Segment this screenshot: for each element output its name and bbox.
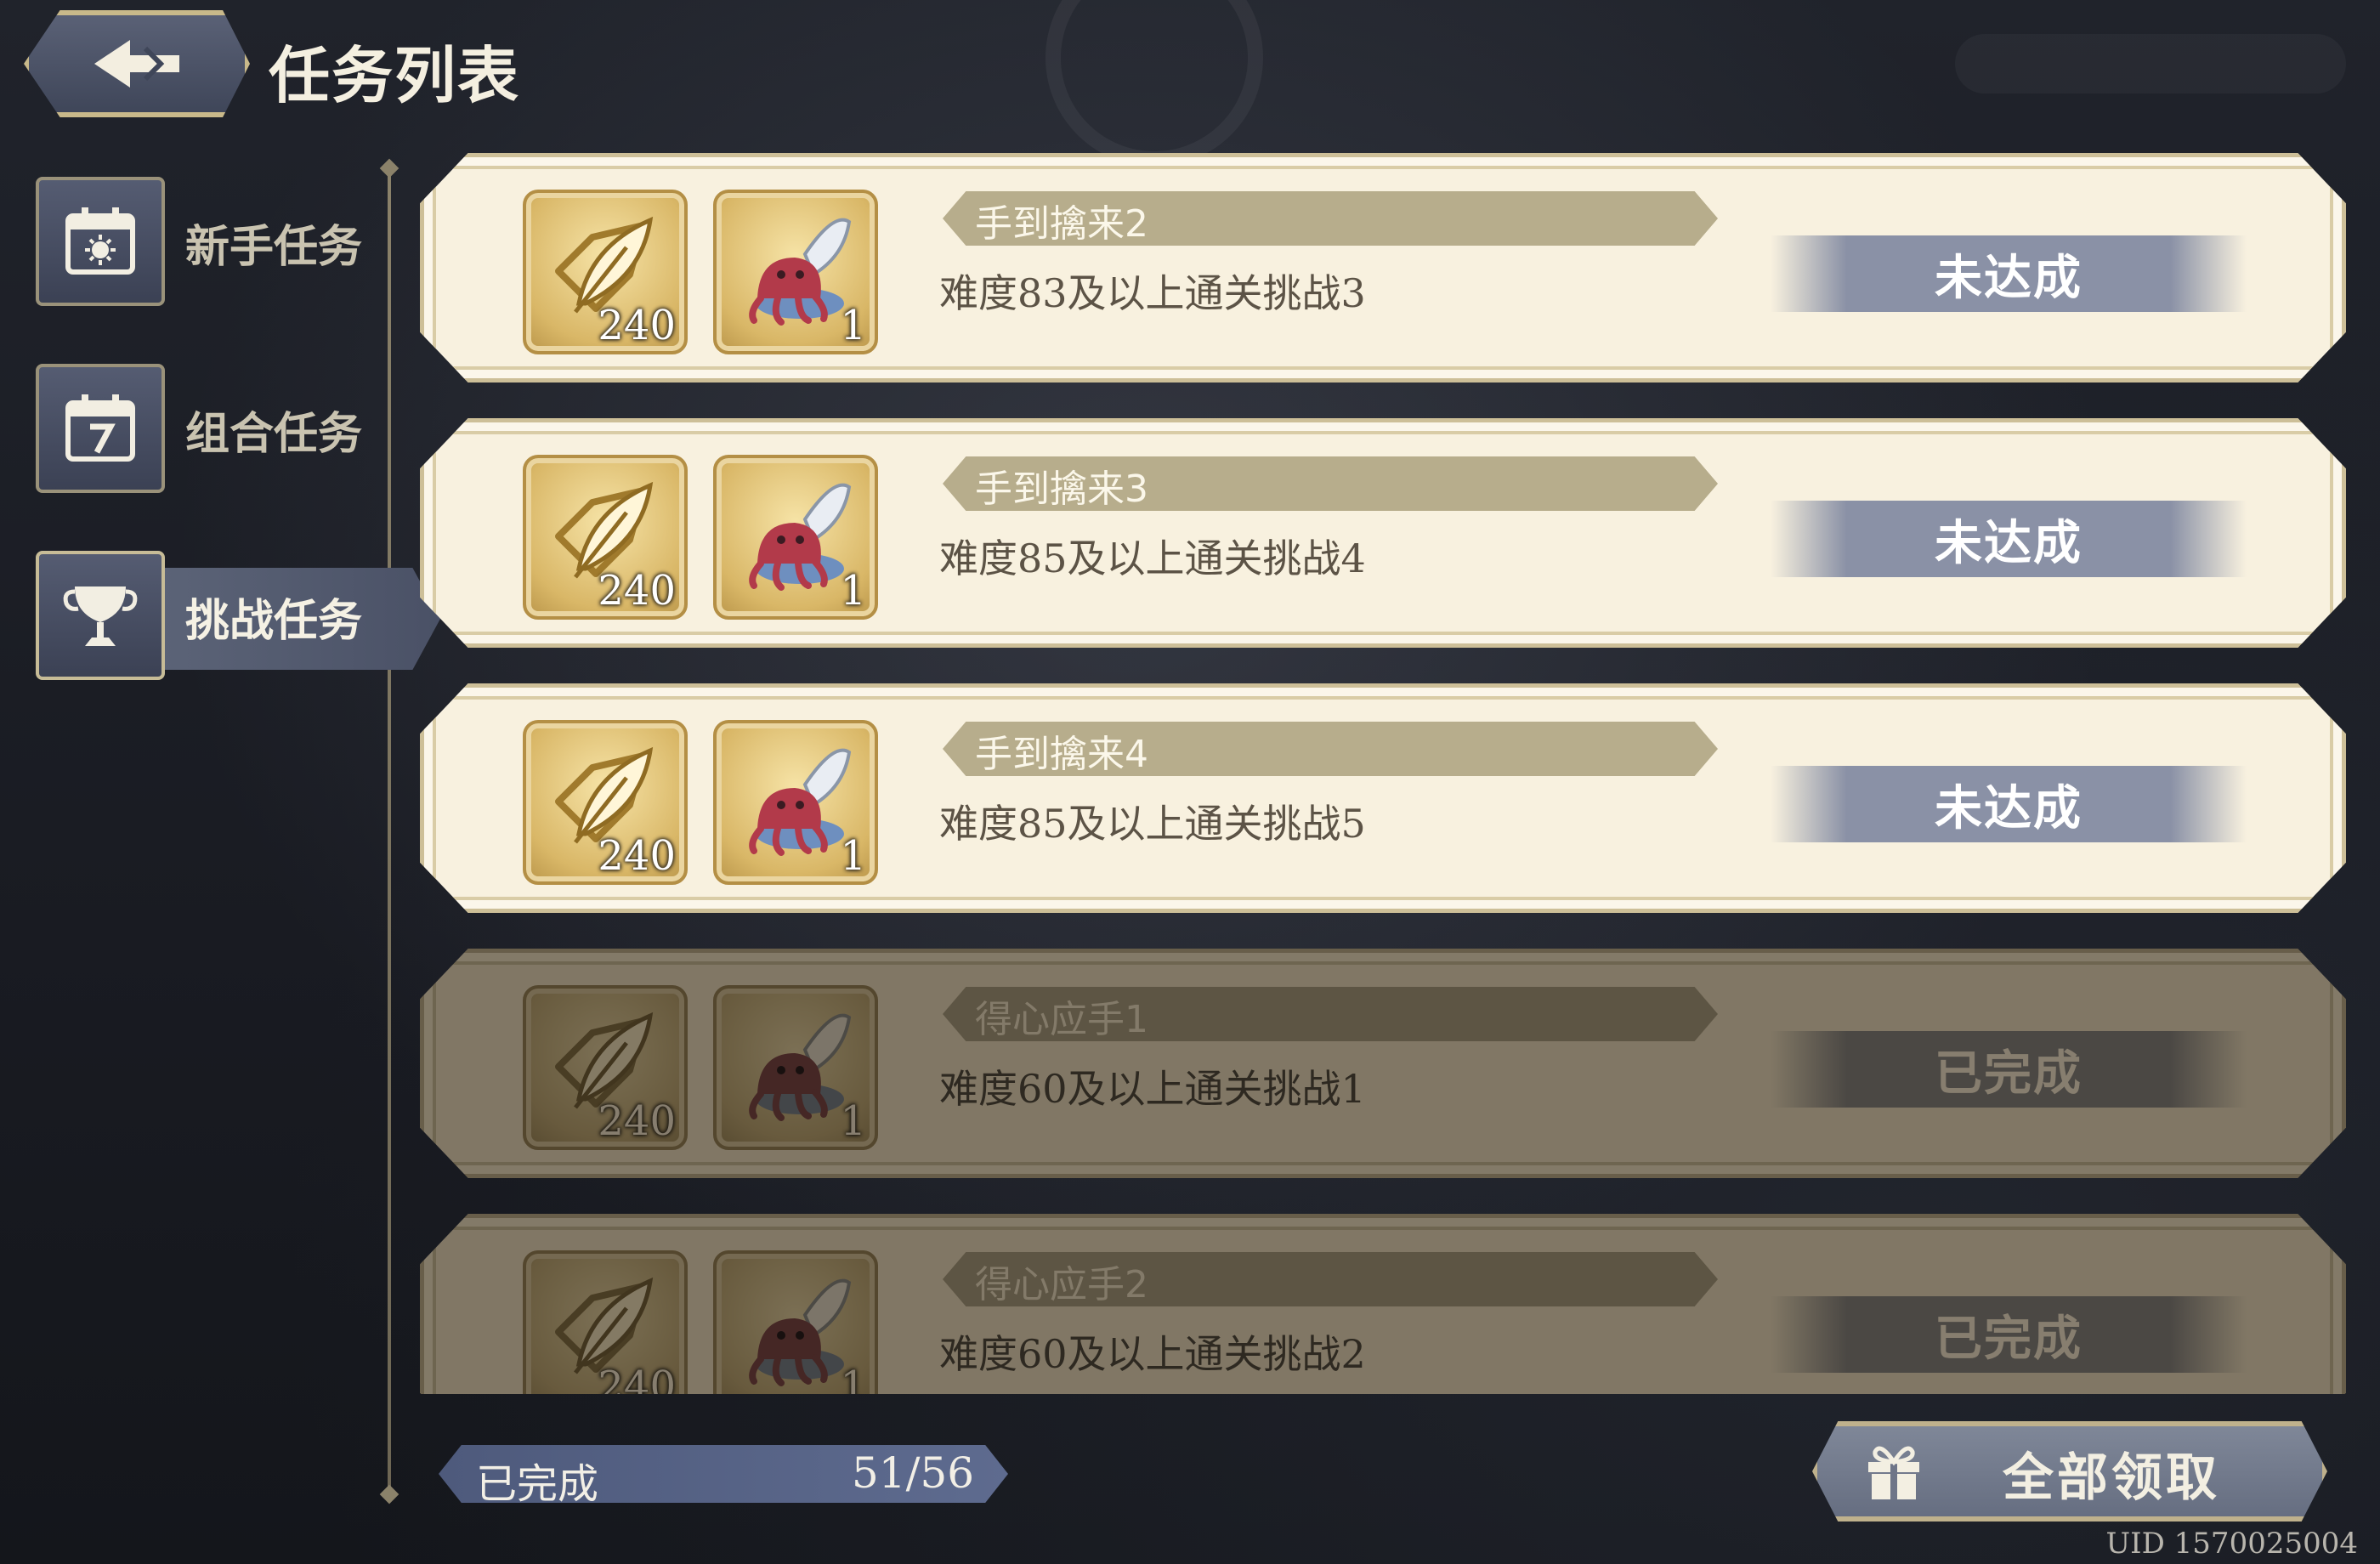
task-card-completed[interactable]: 240 1 得心应手2 难度60及以上通关挑战2 已完成 [420, 1214, 2346, 1394]
claim-all-label: 全部领取 [2003, 1448, 2220, 1508]
task-description: 难度85及以上通关挑战5 [939, 801, 1366, 847]
reward-quantity: 1 [840, 567, 866, 615]
task-description: 难度60及以上通关挑战1 [939, 1066, 1366, 1112]
task-description: 难度60及以上通关挑战2 [939, 1331, 1366, 1377]
reward-quantity: 240 [598, 567, 676, 615]
reward-slot[interactable]: 240 [523, 455, 688, 620]
task-description: 难度85及以上通关挑战4 [939, 536, 1366, 581]
reward-slot[interactable]: 1 [713, 455, 878, 620]
task-status-text: 未达成 [1935, 515, 2082, 571]
reward-quantity: 1 [840, 1097, 866, 1145]
task-title: 手到擒来2 [975, 202, 1148, 246]
reward-slot[interactable]: 1 [713, 190, 878, 354]
task-status-text: 未达成 [1935, 780, 2082, 836]
task-title: 得心应手1 [975, 998, 1148, 1041]
task-status-badge: 未达成 [1771, 501, 2247, 577]
task-status-badge: 已完成 [1771, 1296, 2247, 1373]
task-status-text: 未达成 [1935, 250, 2082, 306]
user-id: UID 1570025004 [2105, 1527, 2358, 1561]
task-list[interactable]: 240 1 手到擒来2 难度83及以上通关挑战3 未达成 240 1 手到擒来3… [0, 0, 2380, 1394]
reward-slot[interactable]: 240 [523, 720, 688, 885]
task-card[interactable]: 240 1 手到擒来3 难度85及以上通关挑战4 未达成 [420, 418, 2346, 648]
task-status-badge: 已完成 [1771, 1031, 2247, 1108]
task-status-badge: 未达成 [1771, 766, 2247, 842]
sidebar-item-label: 挑战任务 [185, 596, 363, 647]
task-status-badge: 未达成 [1771, 235, 2247, 312]
reward-quantity: 240 [598, 832, 676, 880]
progress-label: 已完成 [476, 1460, 599, 1508]
reward-quantity: 240 [598, 1363, 676, 1394]
reward-slot[interactable]: 1 [713, 985, 878, 1150]
reward-quantity: 1 [840, 302, 866, 349]
progress-count: 51/56 [852, 1448, 975, 1498]
reward-quantity: 1 [840, 832, 866, 880]
reward-quantity: 240 [598, 1097, 676, 1145]
reward-quantity: 1 [840, 1363, 866, 1394]
reward-slot[interactable]: 240 [523, 985, 688, 1150]
reward-slot[interactable]: 1 [713, 720, 878, 885]
task-description: 难度83及以上通关挑战3 [939, 270, 1366, 316]
task-card[interactable]: 240 1 手到擒来4 难度85及以上通关挑战5 未达成 [420, 683, 2346, 913]
reward-slot[interactable]: 240 [523, 190, 688, 354]
task-card-completed[interactable]: 240 1 得心应手1 难度60及以上通关挑战1 已完成 [420, 949, 2346, 1178]
task-title: 手到擒来4 [975, 733, 1148, 776]
task-status-text: 已完成 [1935, 1046, 2082, 1102]
task-card[interactable]: 240 1 手到擒来2 难度83及以上通关挑战3 未达成 [420, 153, 2346, 382]
reward-slot[interactable]: 240 [523, 1250, 688, 1394]
task-status-text: 已完成 [1935, 1311, 2082, 1367]
task-title: 手到擒来3 [975, 468, 1148, 511]
reward-quantity: 240 [598, 302, 676, 349]
task-title: 得心应手2 [975, 1263, 1148, 1306]
gift-icon [1868, 1446, 1919, 1499]
reward-slot[interactable]: 1 [713, 1250, 878, 1394]
